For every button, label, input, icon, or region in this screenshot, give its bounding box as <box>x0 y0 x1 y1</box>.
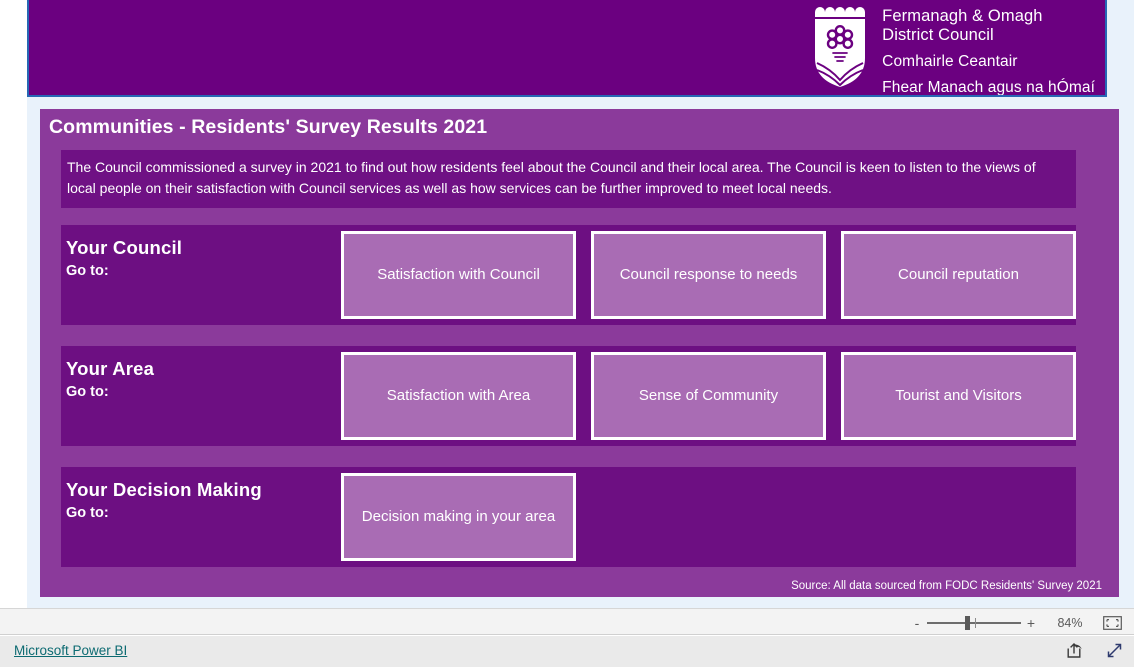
section-your-council: Your Council Go to: Satisfaction with Co… <box>61 225 1076 325</box>
zoom-out-button[interactable]: - <box>909 613 925 633</box>
zoom-slider-tick <box>975 617 976 628</box>
nav-button-satisfaction-with-council[interactable]: Satisfaction with Council <box>341 231 576 319</box>
section-your-council-labels: Your Council Go to: <box>66 236 182 282</box>
nav-button-council-reputation[interactable]: Council reputation <box>841 231 1076 319</box>
nav-button-sense-of-community[interactable]: Sense of Community <box>591 352 826 440</box>
section-goto-label: Go to: <box>66 263 109 279</box>
council-name-en-line1: Fermanagh & Omagh <box>882 7 1043 25</box>
nav-button-council-response-to-needs[interactable]: Council response to needs <box>591 231 826 319</box>
zoom-slider-thumb[interactable] <box>965 615 970 630</box>
intro-panel: The Council commissioned a survey in 202… <box>61 150 1076 208</box>
fit-to-page-icon[interactable] <box>1103 615 1122 630</box>
report-toolbar: - + 84% <box>0 608 1134 635</box>
nav-button-satisfaction-with-area[interactable]: Satisfaction with Area <box>341 352 576 440</box>
section-heading: Your Area <box>66 358 155 379</box>
council-name-ga-line1: Comhairle Ceantair <box>882 53 1018 70</box>
fullscreen-icon[interactable] <box>1105 641 1124 660</box>
council-name-en-line2: District Council <box>882 26 994 44</box>
council-banner: Fermanagh & Omagh District Council Comha… <box>27 0 1107 97</box>
section-goto-label: Go to: <box>66 384 109 400</box>
council-crest-icon <box>815 7 866 87</box>
source-note: Source: All data sourced from FODC Resid… <box>791 580 1102 592</box>
zoom-slider[interactable] <box>927 613 1021 633</box>
section-your-area: Your Area Go to: Satisfaction with Area … <box>61 346 1076 446</box>
zoom-level-label: 84% <box>1057 615 1083 630</box>
report-viewport: Fermanagh & Omagh District Council Comha… <box>27 0 1134 608</box>
zoom-in-button[interactable]: + <box>1023 613 1039 633</box>
council-name-block: Fermanagh & Omagh District Council Comha… <box>882 3 1095 96</box>
share-icon[interactable] <box>1065 641 1084 660</box>
section-your-area-labels: Your Area Go to: <box>66 357 154 403</box>
council-logo-block: Fermanagh & Omagh District Council Comha… <box>812 3 1095 96</box>
status-bar-icons <box>1065 641 1124 660</box>
power-bi-report-app: Fermanagh & Omagh District Council Comha… <box>0 0 1134 667</box>
section-heading: Your Council <box>66 237 183 258</box>
microsoft-power-bi-link[interactable]: Microsoft Power BI <box>14 643 127 658</box>
zoom-control-group: - + 84% <box>909 609 1122 636</box>
council-name-ga-line2: Fhear Manach agus na hÓmaí <box>882 79 1095 96</box>
zoom-slider-track <box>927 621 1021 624</box>
page-title: Communities - Residents' Survey Results … <box>49 116 488 138</box>
section-heading: Your Decision Making <box>66 479 262 500</box>
intro-text: The Council commissioned a survey in 202… <box>67 159 1036 196</box>
section-goto-label: Go to: <box>66 505 109 521</box>
section-your-decision-making-labels: Your Decision Making Go to: <box>66 478 262 524</box>
nav-button-decision-making-in-your-area[interactable]: Decision making in your area <box>341 473 576 561</box>
status-bar: Microsoft Power BI <box>0 636 1134 667</box>
section-your-decision-making: Your Decision Making Go to: Decision mak… <box>61 467 1076 567</box>
nav-button-tourist-and-visitors[interactable]: Tourist and Visitors <box>841 352 1076 440</box>
report-canvas: Communities - Residents' Survey Results … <box>40 109 1119 597</box>
